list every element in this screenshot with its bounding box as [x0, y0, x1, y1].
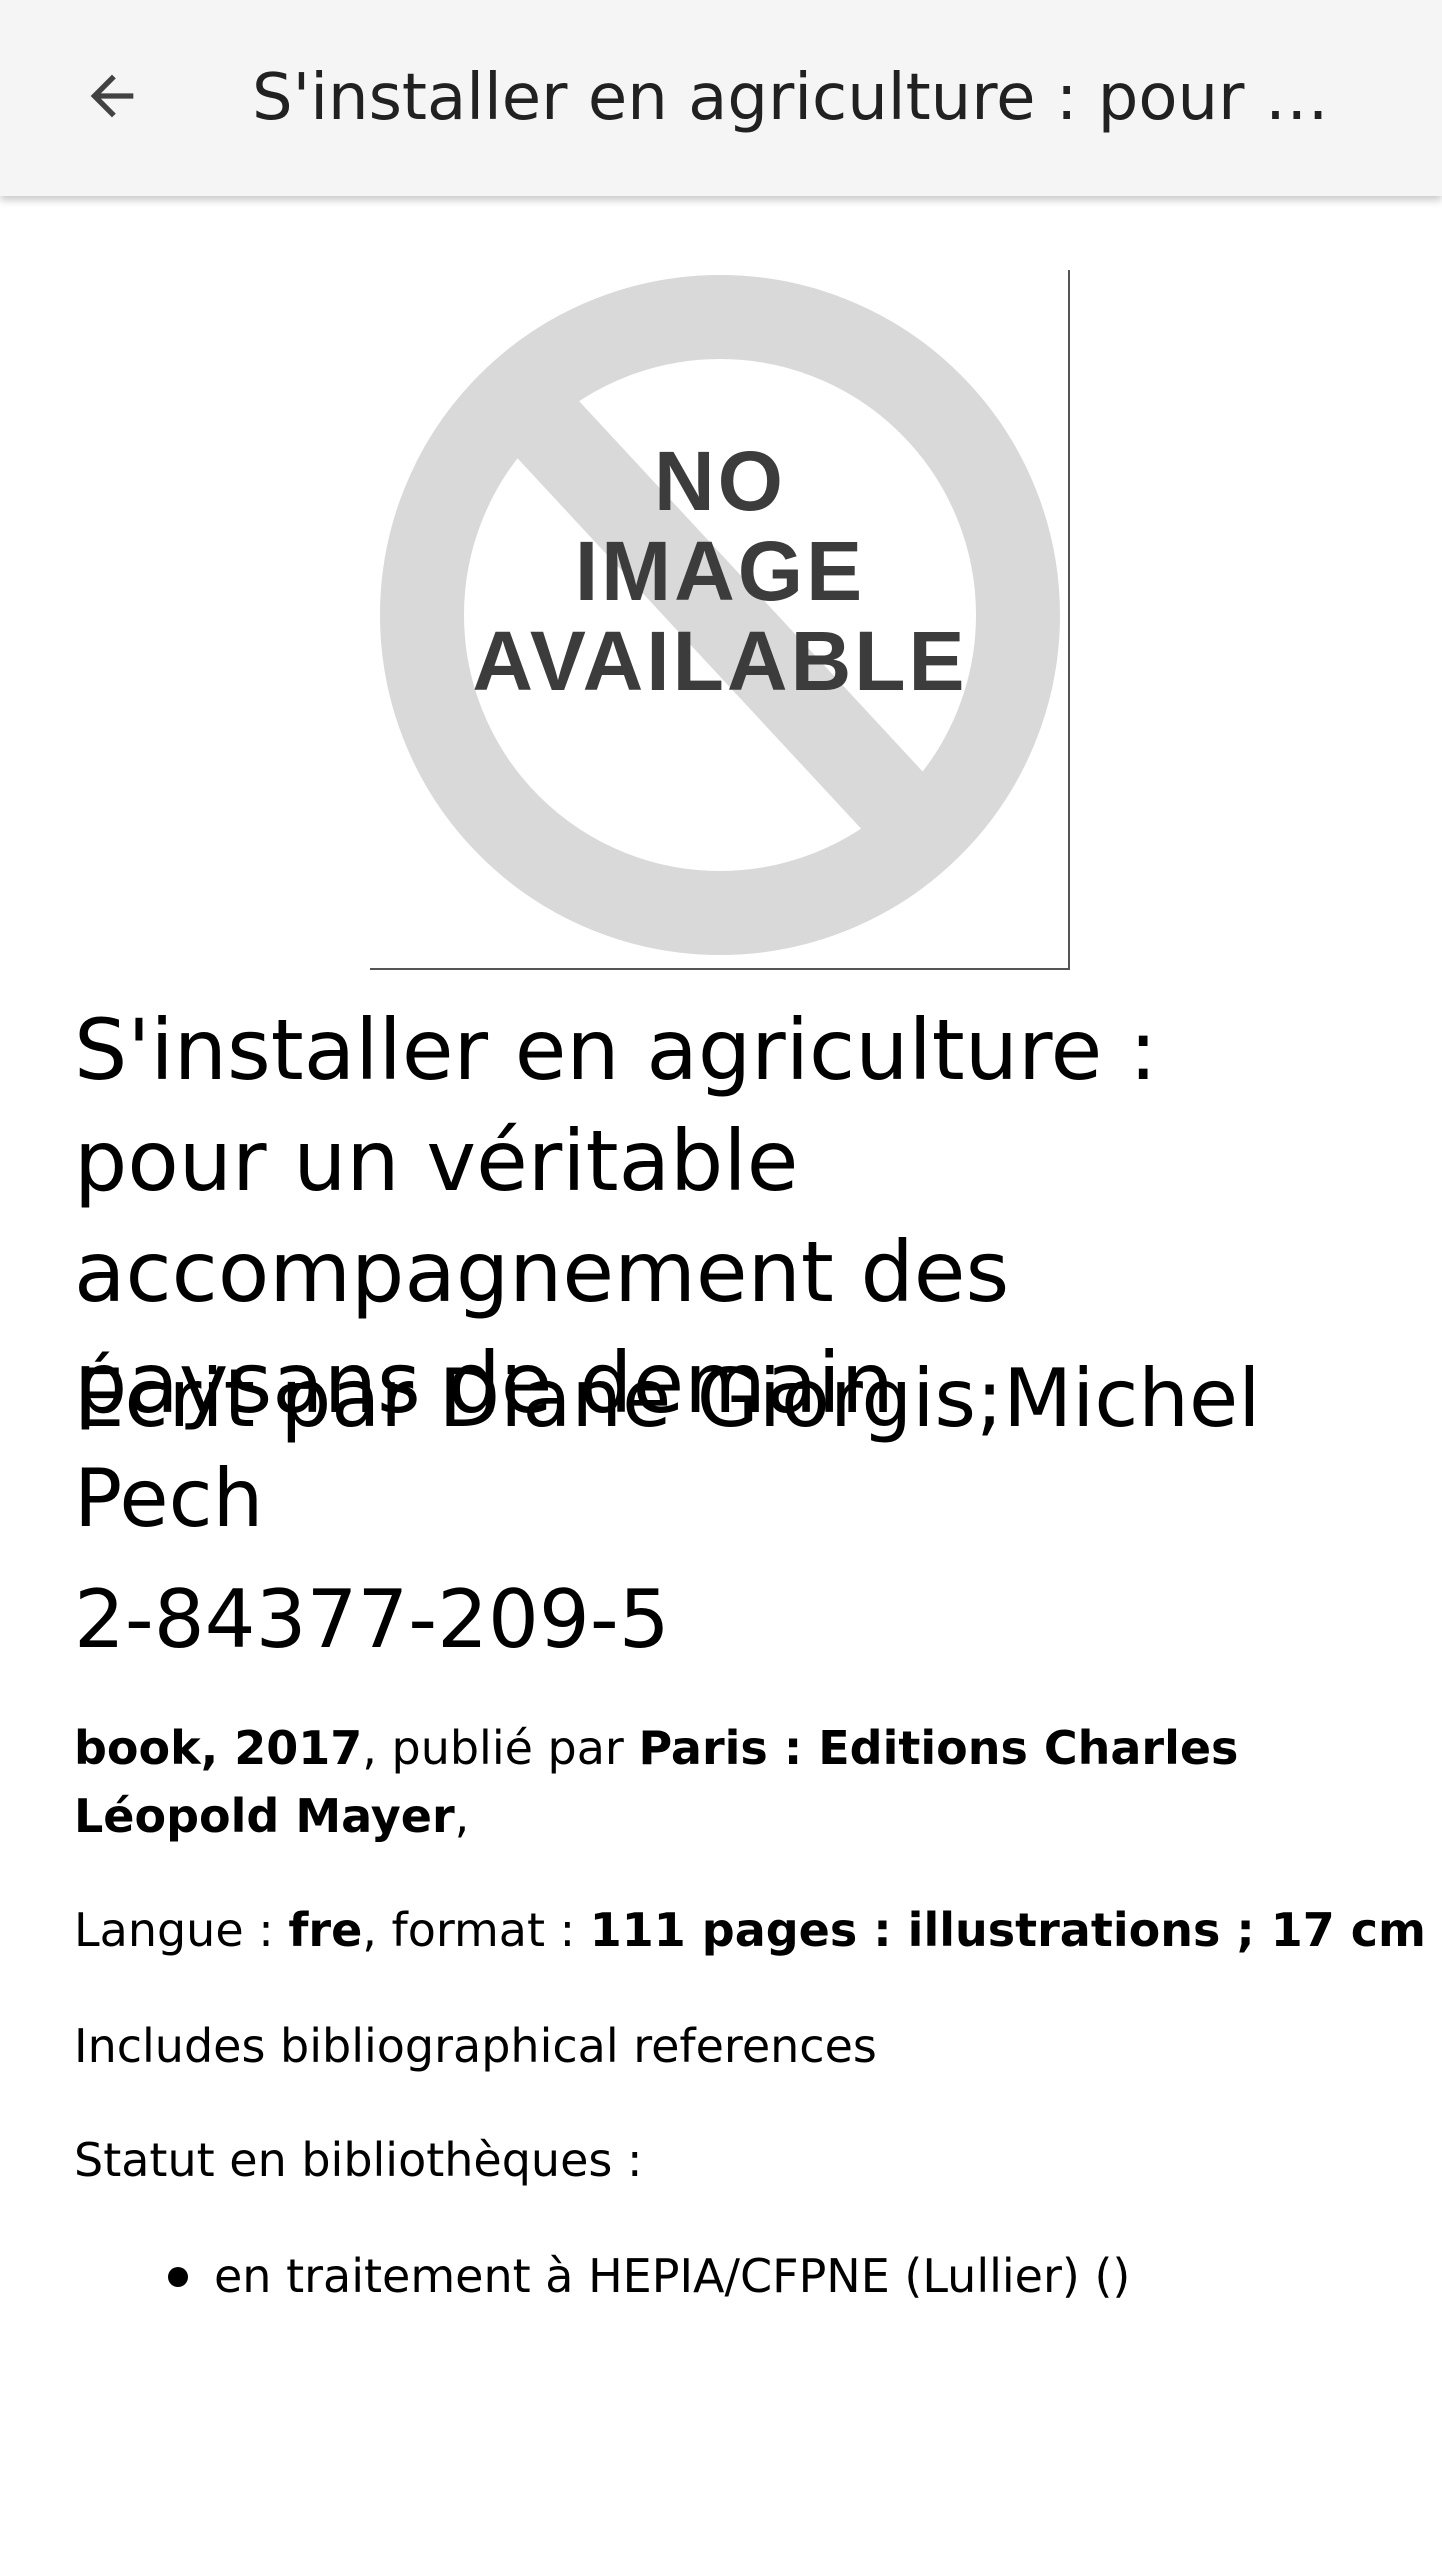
app-bar: S'installer en agriculture : pour un vér…	[0, 0, 1442, 196]
bibliography-note: Includes bibliographical references	[74, 2019, 877, 2073]
type-year: book, 2017	[74, 1721, 363, 1775]
language-format-info: Langue : fre, format : 111 pages : illus…	[74, 1896, 1426, 1964]
list-item: en traitement à HEPIA/CFPNE (Lullier) ()	[0, 2242, 1442, 2310]
no-image-line-1: NO	[654, 434, 786, 528]
library-status-list: en traitement à HEPIA/CFPNE (Lullier) ()	[0, 2242, 1442, 2310]
no-image-icon: NO IMAGE AVAILABLE	[380, 275, 1060, 955]
library-status-text: en traitement à HEPIA/CFPNE (Lullier) ()	[214, 2249, 1131, 2303]
publication-trailing: ,	[454, 1789, 470, 1843]
bullet	[168, 2267, 188, 2287]
published-by-label: , publié par	[362, 1721, 639, 1775]
library-status-label: Statut en bibliothèques :	[74, 2133, 643, 2187]
book-isbn: 2-84377-209-5	[74, 1573, 670, 1666]
book-author: Écrit par Diane Giorgis;Michel Pech	[74, 1352, 1261, 1545]
language-value: fre	[288, 1903, 363, 1957]
back-button[interactable]	[62, 48, 162, 148]
app-bar-title: S'installer en agriculture : pour un vér…	[252, 61, 1362, 135]
format-value: 111 pages : illustrations ; 17 cm	[589, 1903, 1426, 1957]
arrow-back-icon	[80, 64, 144, 132]
publication-info: book, 2017, publié par Paris : Editions …	[74, 1714, 1374, 1850]
book-cover-placeholder: NO IMAGE AVAILABLE	[370, 270, 1070, 970]
language-label: Langue :	[74, 1903, 289, 1957]
no-image-line-2: IMAGE	[575, 524, 865, 618]
format-label: , format :	[362, 1903, 590, 1957]
no-image-line-3: AVAILABLE	[472, 614, 967, 708]
